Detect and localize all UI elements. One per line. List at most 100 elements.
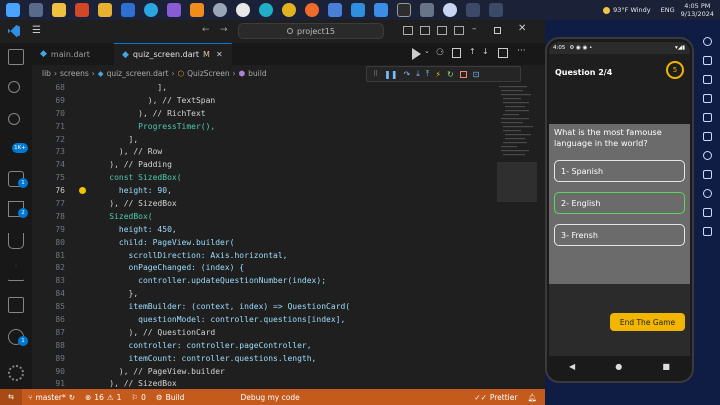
stop-icon[interactable] — [459, 70, 467, 78]
breadcrumb-file[interactable]: quiz_screen.dart — [107, 69, 169, 78]
tab-main-dart[interactable]: ◆ main.dart — [32, 43, 114, 65]
home-icon[interactable] — [702, 189, 712, 198]
telegram-icon[interactable] — [144, 3, 158, 17]
sidebar-toggle-icon[interactable] — [437, 26, 447, 35]
tab-quiz-screen-dart[interactable]: ◆ quiz_screen.dart M ✕ — [114, 43, 232, 65]
search-sidebar-icon[interactable] — [8, 81, 20, 93]
build-button[interactable]: ⚙ Build — [156, 393, 185, 402]
breadcrumb-class[interactable]: QuizScreen — [187, 69, 229, 78]
run-icon[interactable] — [412, 48, 421, 60]
vscode-window-icon[interactable] — [374, 3, 388, 17]
menu-icon[interactable]: ☰ — [32, 26, 41, 36]
chrome-icon[interactable] — [282, 3, 296, 17]
visual-studio-icon[interactable] — [167, 3, 181, 17]
debug-my-code-button[interactable]: Debug my code — [240, 393, 299, 402]
remote-indicator[interactable]: ⇆ — [0, 389, 22, 405]
forward-arrow-icon[interactable]: → — [220, 25, 228, 35]
command-center-search[interactable]: project15 — [238, 23, 384, 39]
step-over-icon[interactable]: ↷ — [404, 70, 411, 79]
branch-indicator[interactable]: ⑂ master* ↻ — [28, 393, 75, 402]
file-explorer-icon[interactable] — [52, 3, 66, 17]
minimize-icon[interactable]: – — [472, 24, 477, 34]
step-into-icon[interactable]: ⤓ — [416, 69, 420, 79]
volume-down-icon[interactable] — [702, 75, 712, 84]
layout-toggle-icon[interactable] — [403, 26, 413, 35]
run-dropdown-icon[interactable]: ⌄ — [424, 47, 430, 55]
terminal-icon[interactable] — [397, 3, 411, 17]
devtools-icon[interactable]: ⊡ — [473, 70, 480, 79]
screenshot-icon[interactable] — [702, 132, 712, 141]
tab-close-icon[interactable]: ✕ — [216, 50, 223, 59]
remote-explorer-icon[interactable] — [8, 297, 24, 313]
clock[interactable]: 4:05 PM 9/13/2024 — [681, 2, 714, 18]
branch-name: master* — [35, 392, 66, 402]
rotate-left-icon[interactable] — [702, 94, 712, 103]
back-icon[interactable] — [702, 170, 712, 179]
windows-start-icon[interactable] — [6, 3, 20, 17]
edge-icon[interactable] — [259, 3, 273, 17]
problems-indicator[interactable]: ⊗ 16 ⚠ 1 — [85, 393, 121, 402]
explorer-icon[interactable] — [98, 3, 112, 17]
volume-up-icon[interactable] — [702, 56, 712, 65]
hot-reload-icon[interactable]: ⚡ — [435, 70, 441, 79]
goto-prev-icon[interactable]: ↑ — [469, 47, 476, 56]
back-arrow-icon[interactable]: ← — [202, 25, 210, 35]
settings-icon[interactable] — [213, 3, 227, 17]
more-actions-icon[interactable]: ··· — [517, 46, 526, 56]
overview-icon[interactable] — [702, 208, 712, 217]
close-icon[interactable]: ✕ — [518, 23, 526, 34]
goto-next-icon[interactable]: ↓ — [482, 47, 489, 56]
step-out-icon[interactable]: ⤒ — [426, 69, 430, 79]
rotate-right-icon[interactable] — [702, 113, 712, 122]
powerpoint-icon[interactable] — [75, 3, 89, 17]
mail-icon[interactable] — [121, 3, 135, 17]
panel-toggle-icon[interactable] — [420, 26, 430, 35]
recents-nav-icon[interactable]: ■ — [662, 362, 670, 371]
flutter-icon[interactable] — [8, 265, 24, 281]
app-window-icon-2[interactable] — [489, 3, 503, 17]
taskview-icon[interactable] — [29, 3, 43, 17]
github-icon[interactable] — [236, 3, 250, 17]
vlc-icon[interactable] — [190, 3, 204, 17]
emulator-icon[interactable] — [443, 3, 457, 17]
grid-app-icon[interactable] — [420, 3, 434, 17]
manage-gear-icon[interactable] — [8, 365, 24, 381]
dart-file-icon: ◆ — [122, 49, 129, 60]
prettier-button[interactable]: ✓✓ Prettier — [474, 393, 517, 402]
breadcrumb-lib[interactable]: lib — [42, 69, 51, 78]
language-indicator[interactable]: ENG — [661, 6, 675, 14]
store-icon[interactable] — [328, 3, 342, 17]
minimap[interactable] — [497, 82, 537, 389]
end-game-button[interactable]: End The Game — [610, 313, 685, 331]
ports-indicator[interactable]: ⚐ 0 — [131, 393, 146, 402]
answer-option-2[interactable]: 2- English — [554, 192, 685, 214]
explorer-files-icon[interactable] — [8, 49, 24, 65]
compare-icon[interactable]: ⚆ — [436, 48, 444, 58]
app-window-icon[interactable] — [466, 3, 480, 17]
weather-widget[interactable]: 93°F Windy — [603, 6, 651, 14]
answer-option-1[interactable]: 1- Spanish — [554, 160, 685, 182]
code-editor[interactable]: 68 69 70 71 72 73 74 75 76 77 78 79 80 8… — [32, 82, 545, 389]
split-editor-icon[interactable] — [498, 48, 508, 58]
firefox-icon[interactable] — [305, 3, 319, 17]
lightbulb-icon[interactable] — [79, 187, 86, 194]
more-icon[interactable] — [702, 227, 712, 236]
drag-handle-icon[interactable]: ⠿ — [373, 70, 378, 78]
breadcrumb-method[interactable]: build — [248, 69, 266, 78]
source-control-icon[interactable] — [8, 113, 20, 125]
breadcrumb-screens[interactable]: screens — [60, 69, 89, 78]
power-icon[interactable] — [702, 37, 712, 46]
vscode-icon[interactable] — [351, 3, 365, 17]
restart-icon[interactable]: ↻ — [447, 70, 454, 79]
back-nav-icon[interactable]: ◀ — [569, 362, 575, 371]
home-nav-icon[interactable]: ● — [615, 362, 622, 371]
open-changes-icon[interactable] — [452, 48, 461, 58]
notifications-button[interactable]: 🔔︎ — [527, 393, 537, 402]
customize-layout-icon[interactable] — [454, 26, 464, 35]
zoom-icon[interactable] — [702, 151, 712, 160]
maximize-icon[interactable] — [494, 27, 501, 34]
answer-option-3[interactable]: 3- Frensh — [554, 224, 685, 246]
pause-icon[interactable]: ❚❚ — [384, 70, 397, 79]
code-line: height: 90, — [90, 186, 172, 196]
testing-flask-icon[interactable] — [8, 233, 24, 249]
